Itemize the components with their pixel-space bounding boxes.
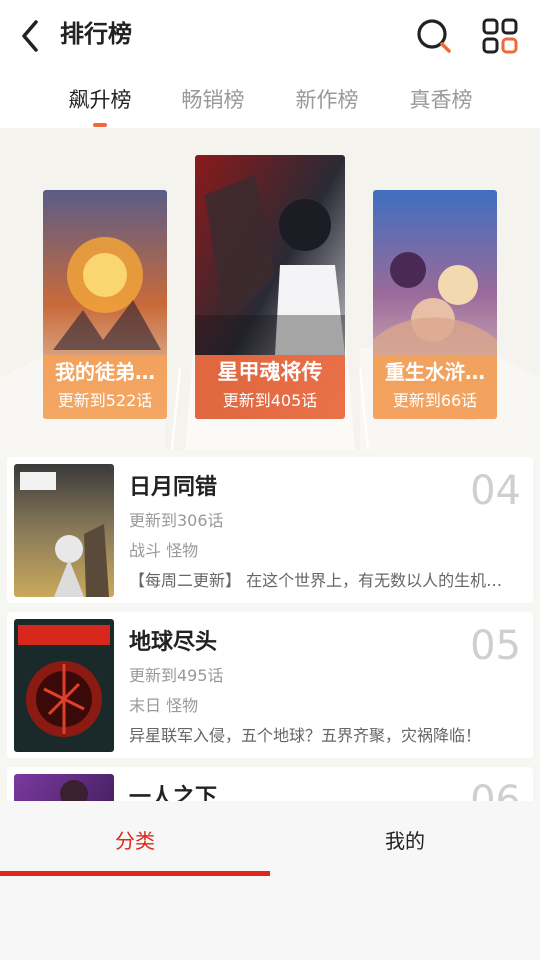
podium-card-1[interactable]: 星甲魂将传 更新到405话 <box>195 155 345 419</box>
ranking-tabs: 飙升榜 畅销榜 新作榜 真香榜 <box>0 72 540 128</box>
nav-category[interactable]: 分类 <box>0 825 270 857</box>
comic-cover <box>14 774 114 801</box>
genre-tags: 末日 怪物 <box>129 696 199 715</box>
genre-tags: 战斗 怪物 <box>129 541 199 560</box>
bottom-navigation: 分类 我的 <box>0 801 540 960</box>
comic-title: 日月同错 <box>129 475 218 500</box>
tab-new-works[interactable]: 新作榜 <box>277 80 377 120</box>
comic-title: 一人之下 <box>129 785 218 801</box>
rank-number: 06 <box>470 778 521 801</box>
update-status: 更新到495话 <box>129 666 224 685</box>
podium-title: 星甲魂将传 <box>217 360 323 384</box>
cover-label: 重生水浒… 更新到66话 <box>373 355 497 419</box>
podium-update: 更新到66话 <box>392 391 478 410</box>
cover-label: 我的徒弟… 更新到522话 <box>43 355 167 419</box>
active-nav-indicator <box>0 871 270 876</box>
list-item[interactable]: 一人之下 06 <box>7 767 533 801</box>
podium-card-2[interactable]: 我的徒弟… 更新到522话 <box>43 190 167 419</box>
list-item[interactable]: 日月同错 更新到306话 战斗 怪物 【每周二更新】 在这个世界上，有无数以人的… <box>7 457 533 603</box>
tab-soaring[interactable]: 飙升榜 <box>50 80 150 120</box>
search-icon <box>417 19 451 53</box>
comic-cover <box>14 619 114 752</box>
podium-update: 更新到522话 <box>57 391 153 410</box>
top-bar: 排行榜 <box>0 0 540 72</box>
podium-title: 我的徒弟… <box>55 360 155 384</box>
comic-description: 【每周二更新】 在这个世界上，有无数以人的生机… <box>129 571 503 590</box>
nav-mine[interactable]: 我的 <box>270 825 540 857</box>
search-button[interactable] <box>412 16 456 56</box>
back-arrow-icon <box>22 20 38 52</box>
rank-number: 05 <box>470 623 521 669</box>
tab-fragrant[interactable]: 真香榜 <box>391 80 491 120</box>
comic-title: 地球尽头 <box>129 630 218 655</box>
podium-card-3[interactable]: 重生水浒… 更新到66话 <box>373 190 497 419</box>
podium-title: 重生水浒… <box>385 360 485 384</box>
update-status: 更新到306话 <box>129 511 224 530</box>
top-three-podium: 2 我的徒弟… 更新到522话 <box>0 128 540 450</box>
rank-number: 04 <box>470 468 521 514</box>
comic-description: 异星联军入侵，五个地球？五界齐聚，灾祸降临！ <box>129 726 482 745</box>
grid-menu-icon <box>482 18 518 54</box>
comic-cover <box>14 464 114 597</box>
cover-label: 星甲魂将传 更新到405话 <box>195 355 345 419</box>
tab-bestselling[interactable]: 畅销榜 <box>163 80 263 120</box>
podium-update: 更新到405话 <box>222 391 318 410</box>
menu-button[interactable] <box>478 14 522 58</box>
active-tab-indicator <box>93 123 107 127</box>
ranking-list: 日月同错 更新到306话 战斗 怪物 【每周二更新】 在这个世界上，有无数以人的… <box>0 450 540 801</box>
list-item[interactable]: 地球尽头 更新到495话 末日 怪物 异星联军入侵，五个地球？五界齐聚，灾祸降临… <box>7 612 533 758</box>
back-button[interactable] <box>14 16 46 56</box>
page-title: 排行榜 <box>60 20 132 48</box>
